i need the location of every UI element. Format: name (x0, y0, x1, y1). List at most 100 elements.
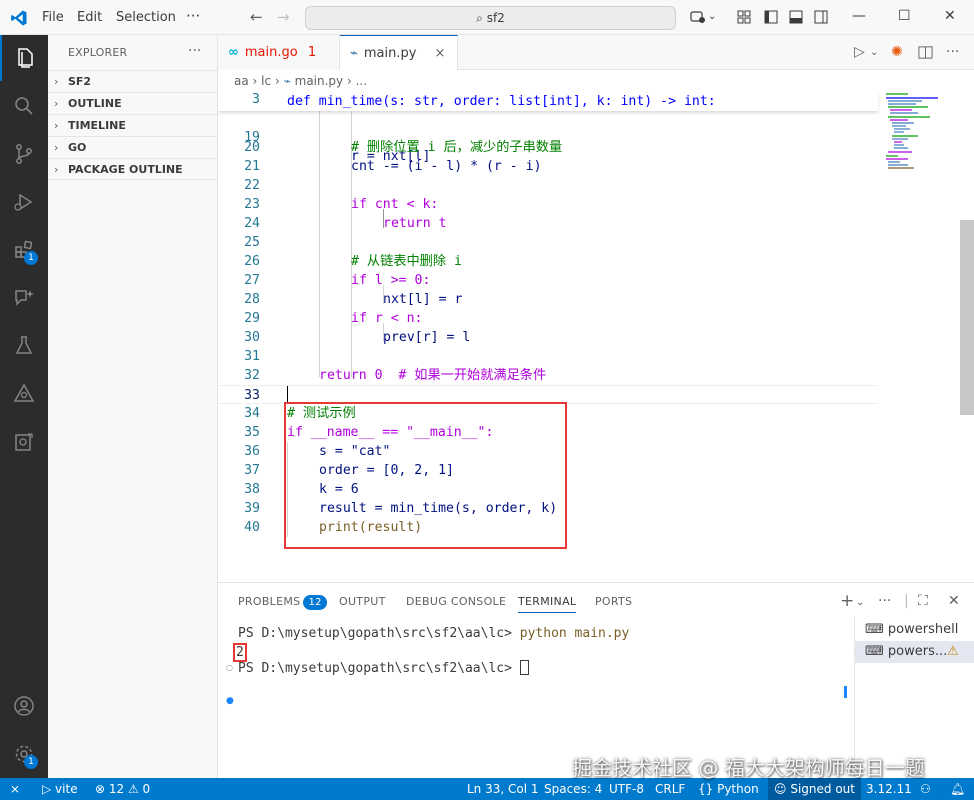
close-tab-icon[interactable]: × (435, 46, 446, 61)
tab-main-go[interactable]: ∞ main.go 1 (218, 35, 340, 70)
terminal-item-selected[interactable]: ⌨ powers... ⚠ (855, 641, 974, 663)
explorer-activity[interactable] (0, 35, 48, 81)
status-bar: ⨯ ▷ vite ⊗ 12 ⚠ 0 Ln 33, Col 1 Spaces: 4… (0, 778, 974, 800)
breadcrumb-symbol[interactable]: ... (356, 74, 367, 88)
accounts-activity[interactable] (0, 683, 48, 729)
source-control-activity[interactable] (0, 131, 48, 177)
cursor-position[interactable]: Ln 33, Col 1 (467, 778, 539, 800)
extensions-activity[interactable]: 1 (0, 227, 48, 273)
notifications-icon[interactable]: 🔔︎ (950, 778, 965, 800)
terminal-line: PS D:\mysetup\gopath\src\sf2\aa\lc> (238, 660, 529, 676)
code-line: 32 return 0 # 如果一开始就满足条件 (218, 366, 878, 385)
toggle-panel-icon[interactable] (788, 9, 804, 25)
new-terminal-icon[interactable]: + (840, 591, 854, 611)
code-editor[interactable]: 19 r = nxt[l] 20 # 删除位置 i 后，减少的子串数量 21 cnt… (218, 92, 974, 582)
package-activity[interactable] (0, 419, 48, 465)
breadcrumb-aa[interactable]: aa (234, 74, 249, 88)
maximize-button[interactable]: ☐ (898, 8, 911, 24)
terminal-more-icon[interactable]: ··· (878, 593, 891, 609)
minimap[interactable] (878, 92, 960, 582)
remote-explorer-activity[interactable] (0, 275, 48, 321)
section-outline[interactable]: › OUTLINE (48, 92, 218, 114)
toggle-primary-sidebar-icon[interactable] (763, 9, 779, 25)
python-version-status[interactable]: 3.12.11 (866, 778, 912, 800)
manage-activity[interactable]: 1 (0, 731, 48, 777)
language-status[interactable]: {} Python (698, 778, 759, 800)
customize-layout-icon[interactable] (736, 9, 752, 25)
run-chevron-icon[interactable]: ⌄ (870, 47, 878, 58)
line-number: 31 (244, 349, 260, 364)
section-timeline[interactable]: › TIMELINE (48, 114, 218, 136)
tab-ports[interactable]: PORTS (595, 595, 632, 608)
vite-status[interactable]: ▷ vite (42, 778, 78, 800)
tab-problems[interactable]: PROBLEMS 12 (238, 595, 327, 610)
line-number: 29 (244, 311, 260, 326)
more-menu-icon[interactable]: ··· (186, 7, 200, 25)
menu-file[interactable]: File (42, 10, 64, 25)
minimize-button[interactable]: — (852, 8, 866, 24)
problems-count-badge: 12 (303, 595, 327, 610)
breadcrumb-file[interactable]: main.py (295, 74, 344, 88)
section-package-outline[interactable]: › PACKAGE OUTLINE (48, 158, 218, 180)
tab-problem-count: 1 (307, 45, 317, 60)
error-icon: ⊗ (95, 782, 109, 796)
split-editor-icon[interactable] (918, 45, 933, 60)
code-line: 29 if r < n: (218, 309, 878, 328)
toggle-secondary-sidebar-icon[interactable] (813, 9, 829, 25)
line-number: 27 (244, 273, 260, 288)
go-icon: ∞ (228, 45, 239, 60)
search-activity[interactable] (0, 83, 48, 129)
code-text: def min_time(s: str, order: list[int], k… (287, 94, 716, 109)
run-file-icon[interactable]: ▷ (854, 44, 865, 60)
section-label: OUTLINE (68, 97, 122, 110)
explorer-sidebar: EXPLORER ··· › SF2 › OUTLINE › TIMELINE › GO… (48, 35, 218, 778)
warning-count: 0 (142, 782, 151, 796)
back-arrow-icon[interactable]: ← (250, 8, 263, 26)
go-activity[interactable] (0, 371, 48, 417)
chevron-right-icon: › (54, 75, 59, 88)
copilot-chevron-icon[interactable]: ⌄ (708, 11, 716, 22)
code-line: 27 if l >= 0: (218, 271, 878, 290)
code-line: 31 (218, 347, 878, 366)
remote-indicator[interactable]: ⨯ (10, 778, 20, 800)
tab-terminal[interactable]: TERMINAL (518, 595, 577, 613)
sidebar-title: EXPLORER (68, 46, 128, 59)
sticky-scroll-header[interactable]: 3 def min_time(s: str, order: list[int],… (218, 92, 878, 111)
line-number: 3 (252, 92, 260, 107)
tab-debug-console[interactable]: DEBUG CONSOLE (406, 595, 506, 608)
language-label: Python (717, 782, 759, 796)
breadcrumb-lc[interactable]: lc (261, 74, 271, 88)
indentation-status[interactable]: Spaces: 4 (544, 778, 602, 800)
tab-output[interactable]: OUTPUT (339, 595, 386, 608)
menu-selection[interactable]: Selection (116, 10, 176, 25)
line-number: 38 (244, 482, 260, 497)
more-actions-icon[interactable]: ··· (946, 44, 959, 60)
close-window-button[interactable]: ✕ (944, 8, 956, 24)
close-panel-icon[interactable]: ✕ (948, 593, 960, 609)
encoding-status[interactable]: UTF-8 (609, 778, 644, 800)
copilot-status-icon[interactable]: ⚇ (920, 778, 931, 800)
problems-status[interactable]: ⊗ 12 ⚠ 0 (95, 778, 150, 800)
code-text: if l >= 0: (351, 273, 431, 288)
copilot-icon[interactable] (690, 9, 706, 25)
maximize-panel-icon[interactable]: ⛶ (918, 593, 928, 609)
tab-main-py[interactable]: ⌁ main.py × (340, 35, 458, 70)
forward-arrow-icon[interactable]: → (277, 8, 290, 26)
testing-activity[interactable] (0, 323, 48, 369)
section-label: TIMELINE (68, 119, 126, 132)
decoration-dot-icon: ● (226, 696, 234, 706)
editor-scrollbar-thumb[interactable] (960, 220, 974, 415)
command-center-search[interactable]: ⌕ sf2 (305, 6, 676, 30)
account-status[interactable]: ☺ Signed out (768, 778, 861, 800)
spark-icon[interactable]: ✺ (891, 44, 903, 60)
terminal-chevron-icon[interactable]: ⌄ (856, 597, 864, 608)
sidebar-more-actions[interactable]: ··· (188, 43, 201, 59)
menu-edit[interactable]: Edit (77, 10, 102, 25)
section-go[interactable]: › GO (48, 136, 218, 158)
code-text: return t (383, 216, 447, 231)
section-sf2[interactable]: › SF2 (48, 70, 218, 92)
terminal-item[interactable]: ⌨ powershell (855, 619, 974, 641)
section-label: PACKAGE OUTLINE (68, 163, 183, 176)
eol-status[interactable]: CRLF (655, 778, 685, 800)
run-debug-activity[interactable] (0, 179, 48, 225)
